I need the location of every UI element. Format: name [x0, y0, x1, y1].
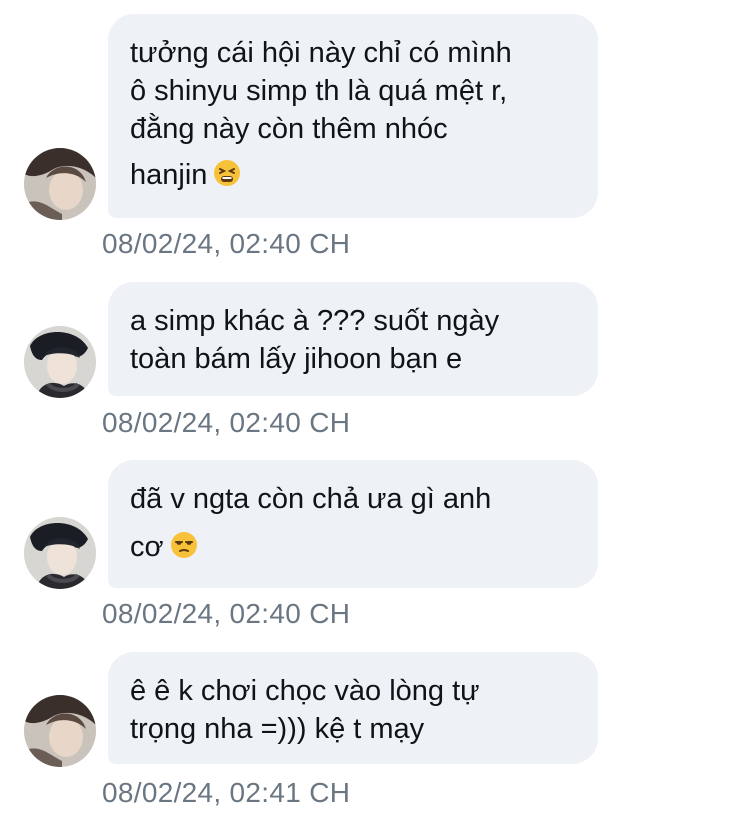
- avatar-photo: [24, 326, 96, 398]
- message-line: toàn bám lấy jihoon bạn e: [130, 343, 463, 375]
- message-bubble[interactable]: đã v ngta còn chả ưa gì anh cơ: [108, 460, 598, 588]
- message-bubble[interactable]: a simp khác à ??? suốt ngày toàn bám lấy…: [108, 282, 598, 396]
- message-timestamp: 08/02/24, 02:40 CH: [102, 598, 351, 629]
- message-line: hanjin: [130, 159, 208, 191]
- avatar[interactable]: [24, 326, 96, 398]
- message-line: đằng này còn thêm nhóc: [130, 113, 448, 145]
- message-timestamp: 08/02/24, 02:40 CH: [102, 228, 351, 259]
- message-timestamp: 08/02/24, 02:40 CH: [102, 407, 351, 438]
- message-line: ô shinyu simp th là quá mệt r,: [130, 75, 508, 107]
- message-line: trọng nha =))) kệ t mạy: [130, 713, 425, 745]
- message-bubble[interactable]: ê ê k chơi chọc vào lòng tự trọng nha =)…: [108, 652, 598, 764]
- avatar[interactable]: [24, 695, 96, 767]
- message-line: cơ: [130, 531, 164, 563]
- avatar[interactable]: [24, 517, 96, 589]
- avatar-photo: [24, 695, 96, 767]
- message-timestamp: 08/02/24, 02:41 CH: [102, 777, 351, 808]
- message-line: ê ê k chơi chọc vào lòng tự: [130, 675, 480, 707]
- message-line: đã v ngta còn chả ưa gì anh: [130, 483, 492, 515]
- avatar-photo: [24, 148, 96, 220]
- message-bubble[interactable]: tưởng cái hội này chỉ có mình ô shinyu s…: [108, 14, 598, 218]
- avatar-photo: [24, 517, 96, 589]
- tired-face-emoji-icon: [213, 159, 241, 197]
- avatar[interactable]: [24, 148, 96, 220]
- message-line: tưởng cái hội này chỉ có mình: [130, 37, 512, 69]
- message-line: a simp khác à ??? suốt ngày: [130, 305, 500, 337]
- unamused-face-emoji-icon: [170, 531, 198, 569]
